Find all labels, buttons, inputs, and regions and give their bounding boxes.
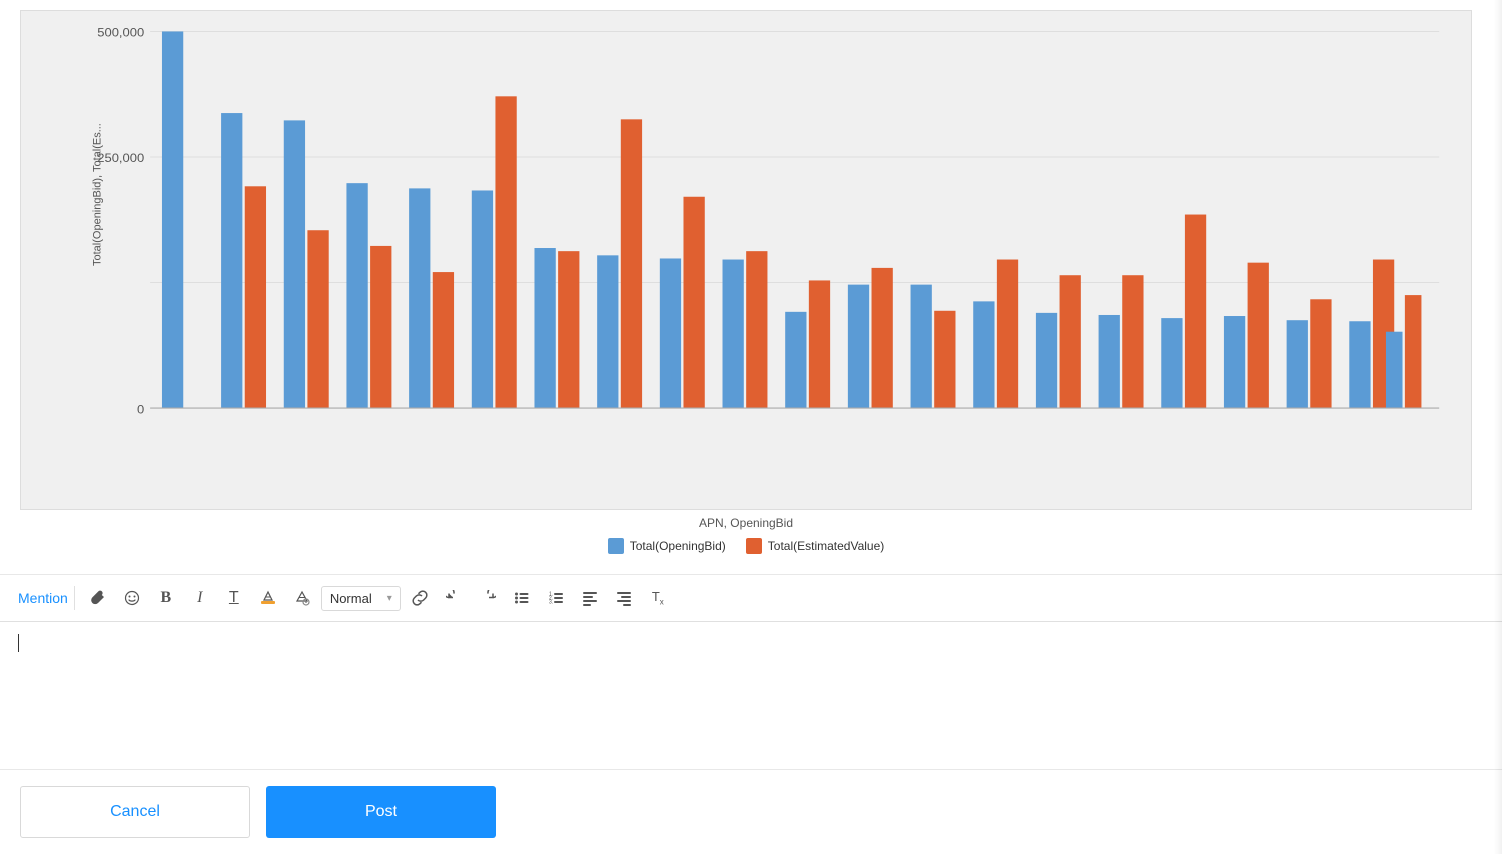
- chart-wrapper: Total(OpeningBid), Total(Es... 500,000 2…: [20, 10, 1472, 510]
- bullet-list-button[interactable]: [507, 583, 537, 613]
- footer-buttons: Cancel Post: [0, 769, 1502, 854]
- chart-legend: Total(OpeningBid) Total(EstimatedValue): [20, 538, 1472, 554]
- bold-button[interactable]: B: [151, 583, 181, 613]
- underline-button[interactable]: T: [219, 583, 249, 613]
- italic-button[interactable]: I: [185, 583, 215, 613]
- legend-red-color: [746, 538, 762, 554]
- svg-text:250,000: 250,000: [97, 152, 144, 165]
- align-right-button[interactable]: [609, 583, 639, 613]
- svg-text:0: 0: [137, 403, 144, 416]
- chart-svg-container: 500,000 250,000 0: [91, 21, 1451, 429]
- chevron-down-icon: ▾: [387, 593, 392, 604]
- clear-format-button[interactable]: Tx: [643, 583, 673, 613]
- format-dropdown-value: Normal: [330, 591, 372, 606]
- emoji-button[interactable]: [117, 583, 147, 613]
- link-icon: [412, 590, 428, 606]
- attach-icon: [90, 590, 106, 606]
- redo-icon: [480, 590, 496, 606]
- bullet-list-icon: [514, 590, 530, 606]
- undo-button[interactable]: [439, 583, 469, 613]
- chart-svg: 500,000 250,000 0: [91, 21, 1451, 429]
- legend-red: Total(EstimatedValue): [746, 538, 885, 554]
- link-button[interactable]: [405, 583, 435, 613]
- redo-button[interactable]: [473, 583, 503, 613]
- editor-content-area[interactable]: [0, 622, 1502, 769]
- format-dropdown[interactable]: Normal ▾: [321, 586, 401, 611]
- highlight-button[interactable]: [253, 583, 283, 613]
- paint-icon: [294, 590, 310, 606]
- ordered-list-icon: 1. 2. 3.: [548, 590, 564, 606]
- post-button[interactable]: Post: [266, 786, 496, 838]
- clear-format-icon: Tx: [652, 589, 664, 607]
- emoji-icon: [124, 590, 140, 606]
- main-container: Total(OpeningBid), Total(Es... 500,000 2…: [0, 0, 1502, 854]
- highlight-icon: [260, 590, 276, 606]
- legend-red-label: Total(EstimatedValue): [768, 539, 885, 553]
- bold-icon: B: [160, 589, 171, 607]
- underline-icon: T: [229, 589, 239, 607]
- mention-button[interactable]: Mention: [12, 586, 75, 610]
- undo-icon: [446, 590, 462, 606]
- text-cursor: [18, 634, 19, 652]
- attach-button[interactable]: [83, 583, 113, 613]
- chart-area: Total(OpeningBid), Total(Es... 500,000 2…: [0, 0, 1502, 575]
- x-axis-label: APN, OpeningBid: [20, 516, 1472, 530]
- legend-blue: Total(OpeningBid): [608, 538, 726, 554]
- svg-text:500,000: 500,000: [97, 26, 144, 39]
- italic-icon: I: [197, 589, 202, 607]
- ordered-list-button[interactable]: 1. 2. 3.: [541, 583, 571, 613]
- svg-text:3.: 3.: [549, 600, 553, 606]
- align-right-icon: [616, 590, 632, 606]
- align-left-button[interactable]: [575, 583, 605, 613]
- editor-toolbar: Mention B I T: [0, 575, 1502, 622]
- editor-section: Mention B I T: [0, 575, 1502, 769]
- align-left-icon: [582, 590, 598, 606]
- paint-button[interactable]: [287, 583, 317, 613]
- legend-blue-color: [608, 538, 624, 554]
- legend-blue-label: Total(OpeningBid): [630, 539, 726, 553]
- cancel-button[interactable]: Cancel: [20, 786, 250, 838]
- y-axis-label: Total(OpeningBid), Total(Es...: [91, 123, 103, 266]
